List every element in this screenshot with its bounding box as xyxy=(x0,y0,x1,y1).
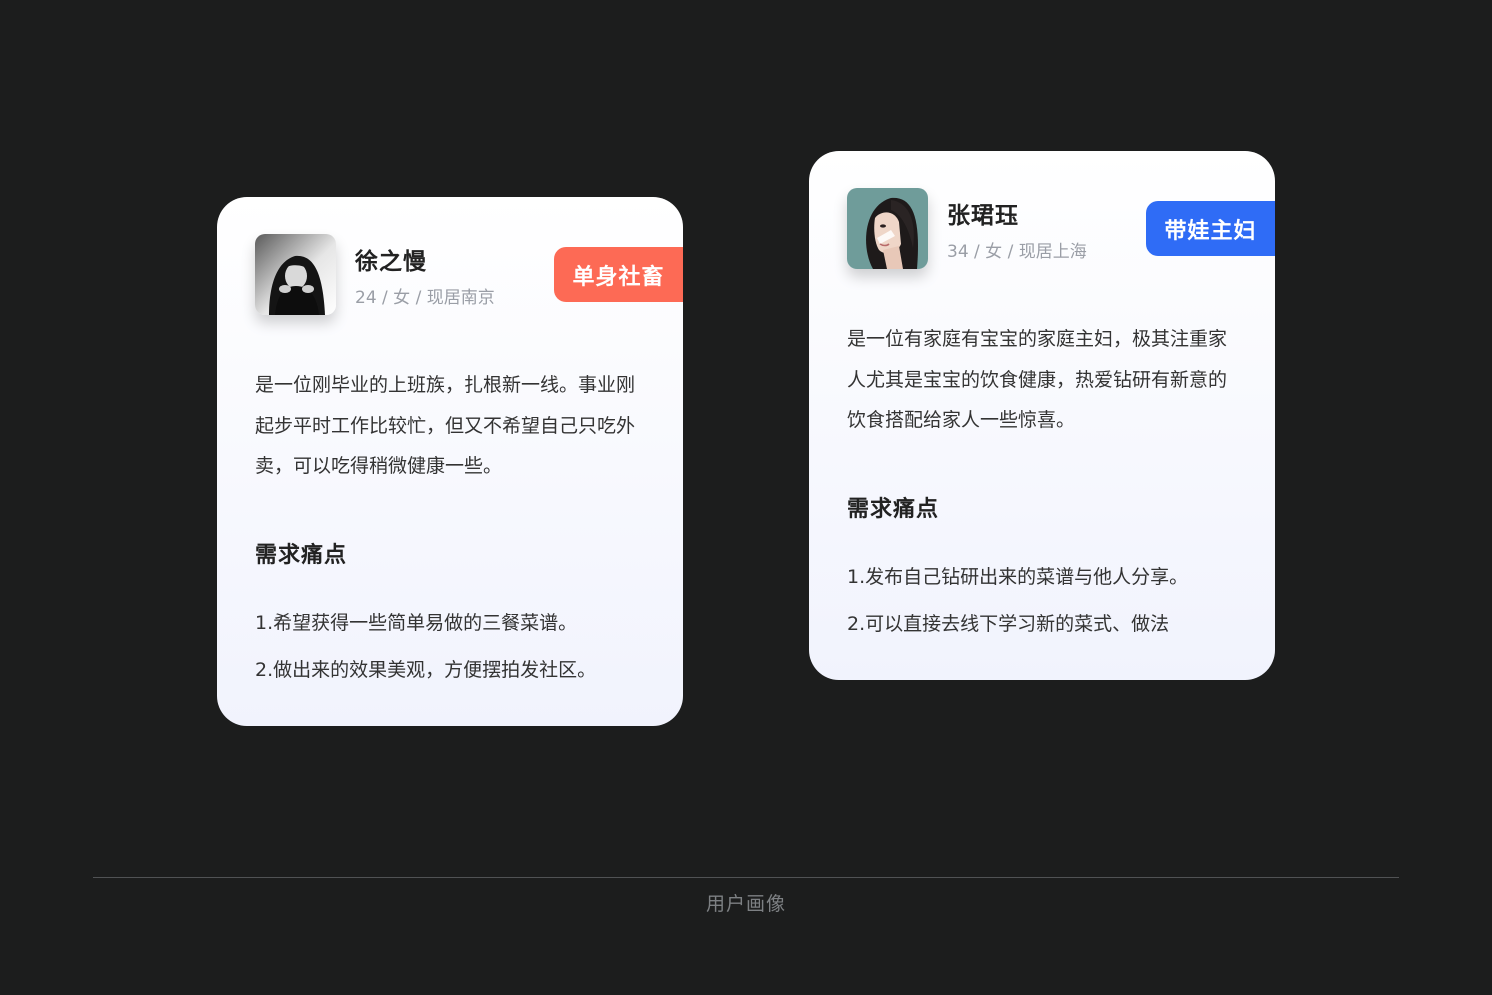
avatar xyxy=(847,188,928,269)
persona-meta: 24 / 女 / 现居南京 xyxy=(355,288,495,308)
persona-card-2: 张珺珏 34 / 女 / 现居上海 带娃主妇 是一位有家庭有宝宝的家庭主妇，极其… xyxy=(809,151,1275,680)
persona-name: 张珺珏 xyxy=(947,203,1019,229)
list-item: 2.做出来的效果美观，方便摆拍发社区。 xyxy=(255,659,597,681)
persona-card-1: 徐之慢 24 / 女 / 现居南京 单身社畜 是一位刚毕业的上班族，扎根新一线。… xyxy=(217,197,683,726)
needs-list: 1.希望获得一些简单易做的三餐菜谱。 2.做出来的效果美观，方便摆拍发社区。 xyxy=(255,600,596,694)
footer-divider xyxy=(93,877,1399,878)
persona-tag: 带娃主妇 xyxy=(1146,201,1275,256)
woman-covering-face-bw-photo-icon xyxy=(255,234,336,315)
footer-caption: 用户画像 xyxy=(705,893,786,915)
persona-description: 是一位刚毕业的上班族，扎根新一线。事业刚起步平时工作比较忙，但又不希望自己只吃外… xyxy=(255,374,636,477)
persona-meta: 34 / 女 / 现居上海 xyxy=(947,242,1087,262)
persona-tag: 单身社畜 xyxy=(554,247,683,302)
woman-profile-illustration-icon xyxy=(847,188,928,269)
list-item: 2.可以直接去线下学习新的菜式、做法 xyxy=(847,613,1170,635)
needs-list: 1.发布自己钻研出来的菜谱与他人分享。 2.可以直接去线下学习新的菜式、做法 xyxy=(847,554,1188,648)
needs-title: 需求痛点 xyxy=(847,497,940,522)
list-item: 1.发布自己钻研出来的菜谱与他人分享。 xyxy=(847,566,1189,588)
persona-description: 是一位有家庭有宝宝的家庭主妇，极其注重家人尤其是宝宝的饮食健康，热爱钻研有新意的… xyxy=(847,328,1228,431)
avatar xyxy=(255,234,336,315)
list-item: 1.希望获得一些简单易做的三餐菜谱。 xyxy=(255,612,578,634)
persona-name: 徐之慢 xyxy=(355,249,427,275)
needs-title: 需求痛点 xyxy=(255,543,348,568)
